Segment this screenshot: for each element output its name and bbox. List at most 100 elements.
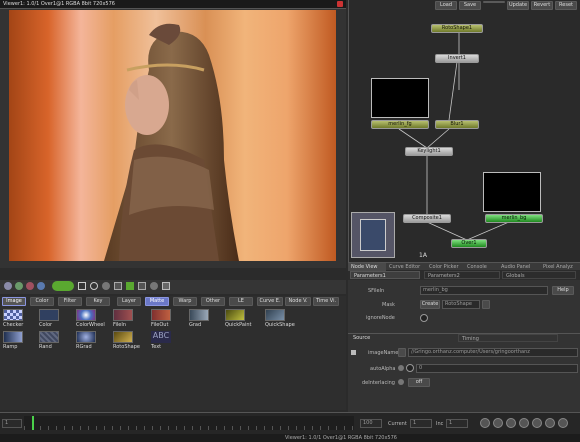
grad-icon <box>189 309 209 321</box>
tool-tab-filter[interactable]: Filter <box>58 297 82 306</box>
tool-rgrad[interactable]: RGrad <box>75 330 107 352</box>
tool-tab-key[interactable]: Key <box>86 297 110 306</box>
tab-source[interactable]: Source <box>350 334 450 342</box>
viewer-title: Viewer1: 1.0/1 Over1@1 RGBA 8bit 720x576 <box>3 1 115 7</box>
tab-node-view[interactable]: Node View <box>348 263 386 271</box>
tab-parameters1[interactable]: Parameters1 <box>350 271 420 279</box>
tool-tab-layer[interactable]: Layer <box>117 297 141 306</box>
timeline-scrubber[interactable] <box>24 416 354 430</box>
tool-tab-image[interactable]: Image <box>2 297 26 306</box>
tool-checker[interactable]: Checker <box>2 308 34 330</box>
ignore-node-toggle[interactable] <box>420 314 428 322</box>
tool-quickpaint[interactable]: QuickPaint <box>224 308 256 330</box>
playhead[interactable] <box>32 416 34 430</box>
play-back-icon[interactable] <box>506 418 516 428</box>
viewer-image[interactable] <box>9 10 336 261</box>
inc-field[interactable]: 1 <box>446 419 468 428</box>
tool-tab-color[interactable]: Color <box>30 297 54 306</box>
tool-ramp[interactable]: Ramp <box>2 330 34 352</box>
grid-icon[interactable] <box>150 282 158 290</box>
pixel-icon[interactable] <box>114 282 122 290</box>
right-panel-tabs: Node View Curve Editor Color Picker Cons… <box>348 262 580 271</box>
tool-tab-other[interactable]: Other <box>201 297 225 306</box>
zoom-icon[interactable] <box>102 282 110 290</box>
sfile-field[interactable]: merlin_bg <box>420 286 548 295</box>
viewer-toolbar <box>0 280 346 294</box>
browse-button[interactable] <box>398 348 406 357</box>
auto-alpha-label: autoAlpha <box>370 366 396 372</box>
tab-curve-editor[interactable]: Curve Editor <box>386 263 424 271</box>
proxy-icon[interactable] <box>52 281 74 291</box>
view-option-icon[interactable] <box>4 282 12 290</box>
buffer-icon[interactable] <box>37 282 45 290</box>
deinterlacing-select[interactable]: off <box>408 378 430 387</box>
tool-tab-le[interactable]: LE <box>229 297 253 306</box>
deinterlacing-anim-icon[interactable] <box>398 379 404 385</box>
auto-alpha-field[interactable]: 0 <box>416 364 578 373</box>
tab-pixel-analyzer[interactable]: Pixel Analyz <box>540 263 580 271</box>
play-forward-icon[interactable] <box>532 418 542 428</box>
tool-text[interactable]: ABC Text <box>150 330 182 352</box>
navigator-thumbnail[interactable] <box>351 212 395 258</box>
tool-color[interactable]: Color <box>38 308 70 330</box>
tool-rotoshape[interactable]: RotoShape <box>112 330 144 352</box>
expand-icon[interactable] <box>351 350 356 355</box>
tab-color-picker[interactable]: Color Picker <box>426 263 464 271</box>
tool-tab-time-view[interactable]: Time Vi. <box>313 297 339 306</box>
rewind-icon[interactable] <box>493 418 503 428</box>
tool-quickshape[interactable]: QuickShape <box>264 308 296 330</box>
fast-forward-icon[interactable] <box>545 418 555 428</box>
play-icon[interactable] <box>126 282 134 290</box>
node-invert[interactable]: Invert1 <box>435 54 479 63</box>
tool-colorwheel[interactable]: ColorWheel <box>75 308 107 330</box>
param-tabs: Parameters1 Parameters2 Globals <box>348 271 580 280</box>
node-keylight[interactable]: Keylight1 <box>405 147 453 156</box>
tool-tab-matte[interactable]: Matte <box>145 297 169 306</box>
timeline-end-field[interactable]: 100 <box>360 419 382 428</box>
current-frame-field[interactable]: 1 <box>410 419 432 428</box>
node-composite[interactable]: Composite1 <box>403 214 451 223</box>
last-frame-icon[interactable] <box>558 418 568 428</box>
node-merlin-fg[interactable]: merlin_fg <box>371 120 429 129</box>
tab-audio-panel[interactable]: Audio Panel <box>498 263 540 271</box>
stop-icon[interactable] <box>519 418 529 428</box>
timeline-start-field[interactable]: 1 <box>2 419 22 428</box>
auto-alpha-anim-icon[interactable] <box>398 365 404 371</box>
tool-grad[interactable]: Grad <box>188 308 220 330</box>
node-rotoshape[interactable]: RotoShape1 <box>431 24 483 33</box>
mask-options-button[interactable] <box>482 300 490 309</box>
tab-timing[interactable]: Timing <box>458 334 558 342</box>
mark-icon[interactable] <box>138 282 146 290</box>
tool-tab-node-view[interactable]: Node V. <box>285 297 311 306</box>
image-name-field[interactable]: //Gringo.orthanz.computer/Users/gringoor… <box>408 348 578 357</box>
viewer-title-bar[interactable]: Viewer1: 1.0/1 Over1@1 RGBA 8bit 720x576 <box>0 0 346 9</box>
node-merlin-bg[interactable]: merlin_bg <box>485 214 543 223</box>
help-button[interactable]: Help <box>552 286 574 295</box>
tool-tab-curve-editor[interactable]: Curve E. <box>257 297 283 306</box>
frame-icon[interactable] <box>162 282 170 290</box>
tab-parameters2[interactable]: Parameters2 <box>424 271 500 279</box>
node-over[interactable]: Over1 <box>451 239 487 248</box>
node-blur[interactable]: Blur1 <box>435 120 479 129</box>
tool-tabs: Image Color Filter Key Layer Matte Warp … <box>2 296 346 306</box>
mask-create-button[interactable]: Create <box>420 300 440 309</box>
mask-select[interactable]: RotoShape <box>442 300 480 309</box>
rgrad-icon <box>76 331 96 343</box>
tool-fileout[interactable]: FileOut <box>150 308 182 330</box>
tool-label: Checker <box>3 322 24 328</box>
roi-icon[interactable] <box>78 282 86 290</box>
compare-icon[interactable] <box>90 282 98 290</box>
color-icon[interactable] <box>26 282 34 290</box>
node-view[interactable]: Load Save Update Revert Reset RotoShape1… <box>348 0 580 262</box>
auto-alpha-toggle[interactable] <box>406 364 414 372</box>
rotoshape-icon <box>113 331 133 343</box>
tool-rand[interactable]: Rand <box>38 330 70 352</box>
tool-tab-warp[interactable]: Warp <box>173 297 197 306</box>
channel-icon[interactable] <box>15 282 23 290</box>
tool-filein[interactable]: FileIn <box>112 308 144 330</box>
close-icon[interactable] <box>337 1 343 7</box>
first-frame-icon[interactable] <box>480 418 490 428</box>
tool-grid: Checker Color ColorWheel FileIn FileOut … <box>2 308 342 368</box>
tab-console[interactable]: Console <box>464 263 500 271</box>
tab-globals[interactable]: Globals <box>502 271 576 279</box>
